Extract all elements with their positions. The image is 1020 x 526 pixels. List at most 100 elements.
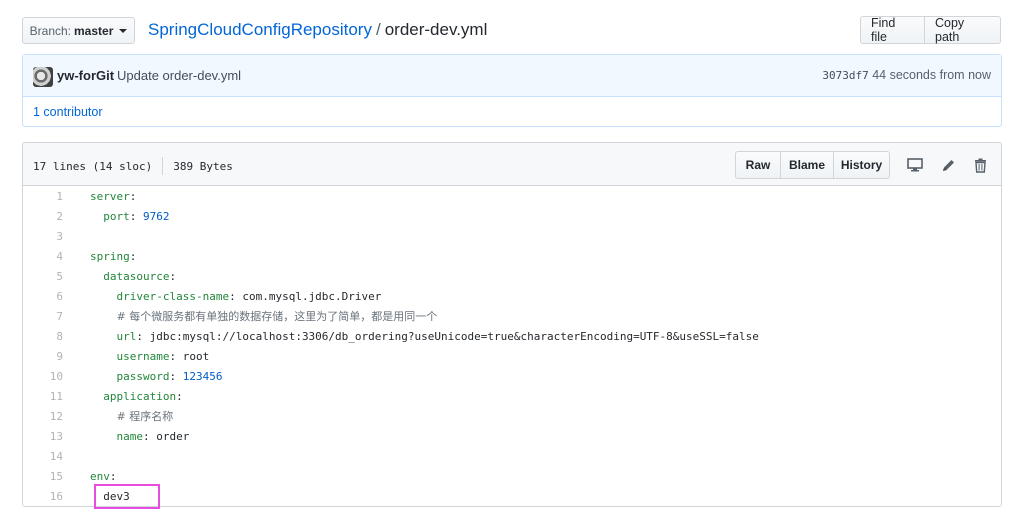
line-number[interactable]: 8 — [23, 327, 63, 347]
commit-time: 44 seconds from now — [872, 68, 991, 82]
code-content: # 程序名称 — [90, 407, 174, 427]
commit-tease: yw-forGit Update order-dev.yml 3073df7 4… — [22, 54, 1002, 127]
line-number[interactable]: 16 — [23, 487, 63, 506]
avatar[interactable] — [33, 67, 53, 87]
code-comment: # 每个微服务都有单独的数据存储，这里为了简单，都是用同一个 — [116, 310, 438, 323]
desktop-icon[interactable] — [906, 156, 924, 174]
code-line: 15 env: — [23, 467, 1001, 487]
trash-icon[interactable] — [971, 156, 989, 174]
code-line: 3 — [23, 227, 1001, 247]
branch-prefix: Branch: — [29, 23, 71, 38]
file-line-count: 17 lines (14 sloc) — [33, 159, 153, 173]
file-actions: Raw Blame History — [735, 151, 890, 179]
code-content: server: — [90, 187, 136, 207]
line-number[interactable]: 13 — [23, 427, 63, 447]
line-number[interactable]: 9 — [23, 347, 63, 367]
blame-button[interactable]: Blame — [780, 151, 834, 179]
code-key: url — [116, 330, 137, 343]
code-line: 5 datasource: — [23, 267, 1001, 287]
code-text: : — [109, 470, 117, 483]
code-key: driver-class-name — [116, 290, 230, 303]
code-content: port: 9762 — [90, 207, 170, 227]
line-number[interactable]: 4 — [23, 247, 63, 267]
find-file-button[interactable]: Find file — [860, 16, 925, 44]
line-number[interactable]: 6 — [23, 287, 63, 307]
code-listing: 1 server: 2 port: 9762 3 4 spring: 5 datasourc… — [23, 187, 1001, 506]
line-number[interactable]: 2 — [23, 207, 63, 227]
code-text: : — [129, 190, 137, 203]
file-header: 17 lines (14 sloc) 389 Bytes Raw Blame H… — [23, 143, 1001, 186]
code-content: spring: — [90, 247, 136, 267]
raw-button[interactable]: Raw — [735, 151, 781, 179]
history-button[interactable]: History — [833, 151, 890, 179]
code-line: 10 password: 123456 — [23, 367, 1001, 387]
caret-down-icon — [119, 28, 128, 33]
repo-link[interactable]: SpringCloudConfigRepository — [148, 20, 372, 39]
file-viewer: 17 lines (14 sloc) 389 Bytes Raw Blame H… — [22, 142, 1002, 507]
branch-name: master — [74, 23, 114, 38]
code-line: 9 username: root — [23, 347, 1001, 367]
contributors-link[interactable]: 1 contributor — [33, 105, 102, 119]
line-number[interactable]: 15 — [23, 467, 63, 487]
line-number[interactable]: 11 — [23, 387, 63, 407]
code-line: 8 url: jdbc:mysql://localhost:3306/db_or… — [23, 327, 1001, 347]
code-key: name — [116, 430, 144, 443]
branch-select-button[interactable]: Branch: master — [22, 17, 135, 44]
code-text: : jdbc:mysql://localhost:3306/db_orderin… — [136, 330, 759, 343]
file-info: 17 lines (14 sloc) 389 Bytes — [33, 157, 233, 175]
code-content: application: — [90, 387, 183, 407]
code-line: 13 name: order — [23, 427, 1001, 447]
code-content: password: 123456 — [90, 367, 223, 387]
commit-author[interactable]: yw-forGit — [57, 68, 114, 83]
code-key: port — [103, 210, 130, 223]
line-number[interactable]: 7 — [23, 307, 63, 327]
code-line: 7 # 每个微服务都有单独的数据存储，这里为了简单，都是用同一个 — [23, 307, 1001, 327]
code-content: # 每个微服务都有单独的数据存储，这里为了简单，都是用同一个 — [90, 307, 438, 327]
file-size: 389 Bytes — [173, 159, 233, 173]
code-text: : — [129, 210, 143, 223]
code-key: datasource — [103, 270, 170, 283]
commit-sha[interactable]: 3073df7 — [822, 69, 868, 82]
code-line: 4 spring: — [23, 247, 1001, 267]
code-key: server — [90, 190, 130, 203]
line-number[interactable]: 3 — [23, 227, 63, 247]
line-number[interactable]: 14 — [23, 447, 63, 467]
line-number[interactable]: 10 — [23, 367, 63, 387]
line-number[interactable]: 12 — [23, 407, 63, 427]
code-text: : — [169, 370, 183, 383]
code-number: 9762 — [143, 210, 170, 223]
code-comment: # 程序名称 — [116, 410, 174, 423]
line-number[interactable]: 1 — [23, 187, 63, 207]
code-key: application — [103, 390, 177, 403]
code-text: : root — [169, 350, 210, 363]
pencil-icon[interactable] — [939, 156, 957, 174]
code-content: datasource: — [90, 267, 176, 287]
code-line: 12 # 程序名称 — [23, 407, 1001, 427]
code-key: username — [116, 350, 170, 363]
file-name: order-dev.yml — [384, 20, 488, 39]
code-key: env — [90, 470, 110, 483]
code-key: password — [116, 370, 170, 383]
file-info-divider — [162, 157, 164, 175]
code-line: 16 dev3 — [23, 487, 1001, 506]
commit-message[interactable]: Update order-dev.yml — [117, 68, 241, 83]
line-number[interactable]: 5 — [23, 267, 63, 287]
code-content: url: jdbc:mysql://localhost:3306/db_orde… — [90, 327, 759, 347]
file-nav: Find file Copy path — [860, 16, 1001, 44]
code-text: : — [176, 390, 183, 403]
code-line: 1 server: — [23, 187, 1001, 207]
annotation-highlight-box — [94, 484, 160, 509]
code-content: name: order — [90, 427, 190, 447]
code-line: 6 driver-class-name: com.mysql.jdbc.Driv… — [23, 287, 1001, 307]
commit-header: yw-forGit Update order-dev.yml 3073df7 4… — [23, 55, 1001, 97]
copy-path-button[interactable]: Copy path — [924, 16, 1001, 44]
